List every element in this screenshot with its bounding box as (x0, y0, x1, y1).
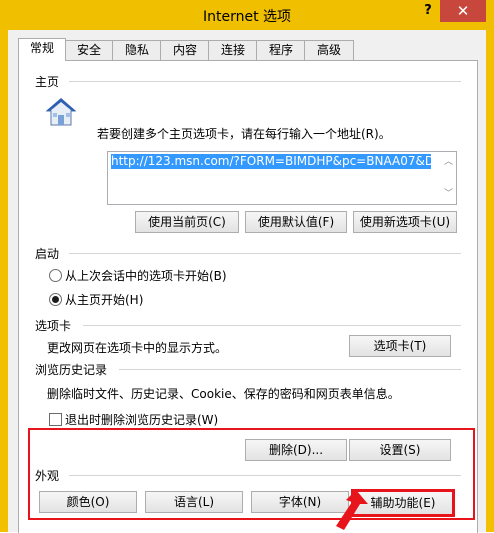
tab-privacy[interactable]: 隐私 (112, 40, 162, 60)
use-default-button[interactable]: 使用默认值(F) (245, 211, 347, 233)
tabs-button[interactable]: 选项卡(T) (349, 335, 451, 357)
textarea-scrollbar[interactable]: ︿ ﹀ (442, 152, 456, 204)
annotation-arrow-icon (336, 490, 368, 530)
startup-radio-last-session[interactable] (49, 269, 62, 282)
close-button[interactable]: ✕ (440, 0, 486, 22)
startup-radio-home[interactable] (49, 293, 62, 306)
title-bar[interactable]: Internet 选项 ? ✕ (0, 0, 494, 30)
tabs-divider (83, 325, 461, 326)
tab-general[interactable]: 常规 (18, 38, 66, 61)
home-page-textarea[interactable]: http://123.msn.com/?FORM=BIMDHP&pc=BNAA0… (107, 151, 457, 205)
annotation-highlight-box (28, 428, 475, 520)
home-divider (69, 81, 461, 82)
tab-connections[interactable]: 连接 (208, 40, 258, 60)
tabs-section-label: 选项卡 (35, 319, 72, 333)
use-current-button[interactable]: 使用当前页(C) (135, 211, 239, 233)
tab-content[interactable]: 内容 (160, 40, 210, 60)
help-button[interactable]: ? (420, 3, 436, 18)
internet-options-window: Internet 选项 ? ✕ 常规 安全 隐私 内容 连接 程序 高级 主页 … (0, 0, 494, 533)
delete-on-exit-checkbox[interactable] (49, 413, 62, 426)
home-description: 若要创建多个主页选项卡，请在每行输入一个地址(R)。 (97, 127, 391, 141)
tabs-description: 更改网页在选项卡中的显示方式。 (47, 341, 228, 355)
tab-advanced[interactable]: 高级 (304, 40, 354, 60)
scroll-down-icon[interactable]: ﹀ (444, 186, 453, 199)
home-section-label: 主页 (35, 75, 60, 89)
history-divider (119, 369, 461, 370)
startup-option-home: 从主页开始(H) (65, 293, 144, 307)
use-new-tab-button[interactable]: 使用新选项卡(U) (353, 211, 457, 233)
history-section-label: 浏览历史记录 (35, 363, 108, 377)
history-description: 删除临时文件、历史记录、Cookie、保存的密码和网页表单信息。 (47, 387, 400, 401)
startup-section-label: 启动 (35, 247, 60, 261)
delete-on-exit-label: 退出时删除浏览历史记录(W) (65, 413, 219, 427)
tab-security[interactable]: 安全 (64, 40, 114, 60)
scroll-up-icon[interactable]: ︿ (444, 154, 453, 167)
startup-divider (69, 253, 461, 254)
house-icon (45, 98, 77, 126)
startup-option-last-session: 从上次会话中的选项卡开始(B) (65, 269, 227, 283)
tab-programs[interactable]: 程序 (256, 40, 306, 60)
home-page-url: http://123.msn.com/?FORM=BIMDHP&pc=BNAA0… (111, 154, 431, 169)
